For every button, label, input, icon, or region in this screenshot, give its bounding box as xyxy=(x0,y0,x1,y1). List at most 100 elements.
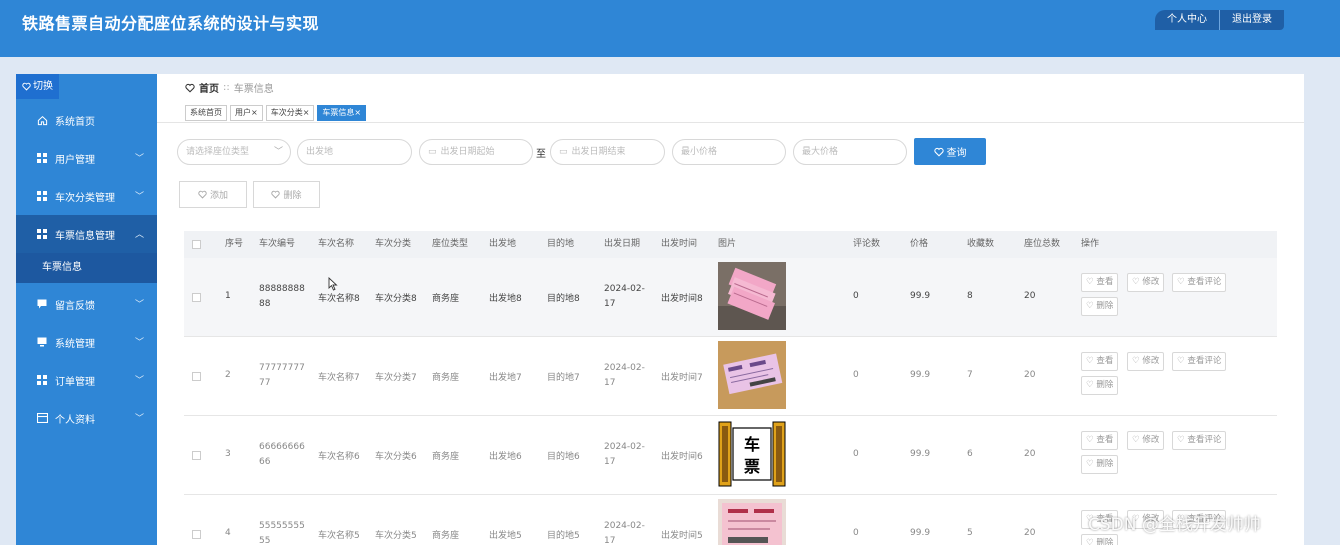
edit-button[interactable]: ♡ 修改 xyxy=(1127,273,1165,292)
sidebar-item-train-category[interactable]: 车次分类管理 ﹀ xyxy=(16,177,157,215)
view-comments-button[interactable]: ♡ 查看评论 xyxy=(1172,352,1227,371)
max-price-input[interactable]: 最大价格 xyxy=(793,139,907,165)
edit-button[interactable]: ♡ 修改 xyxy=(1127,352,1165,371)
table-row[interactable]: 3 6666666666 车次名称6 车次分类6 商务座 出发地6 目的地6 2… xyxy=(184,416,1277,495)
col-header: 座位总数 xyxy=(1024,239,1061,249)
date-start-input[interactable]: ▭ 出发日期起始 xyxy=(419,139,533,165)
cell-train-name: 车次名称7 xyxy=(318,373,360,383)
col-header: 收藏数 xyxy=(967,239,995,249)
switch-button[interactable]: 切换 xyxy=(16,74,59,99)
edit-label: 修改 xyxy=(1142,277,1160,287)
date-end-input[interactable]: ▭ 出发日期结束 xyxy=(550,139,665,165)
cell-train-no: 5555555555 xyxy=(259,521,305,545)
tab-ticket-info[interactable]: 车票信息× xyxy=(317,105,367,121)
view-label: 查看 xyxy=(1096,435,1114,445)
monitor-icon xyxy=(36,336,48,348)
sidebar-item-profile[interactable]: 个人资料 ﹀ xyxy=(16,399,157,437)
sidebar-item-orders[interactable]: 订单管理 ﹀ xyxy=(16,361,157,399)
scrollbar[interactable] xyxy=(1304,74,1340,545)
row-delete-button[interactable]: ♡ 删除 xyxy=(1081,534,1119,545)
cell-seats: 20 xyxy=(1024,449,1036,459)
top-bar: 铁路售票自动分配座位系统的设计与实现 个人中心 退出登录 xyxy=(0,0,1340,57)
row-checkbox[interactable] xyxy=(192,293,201,302)
query-button[interactable]: 查询 xyxy=(914,138,986,165)
sidebar-subitem-ticket-info[interactable]: 车票信息 xyxy=(16,253,157,283)
cell-date: 2024-02-17 xyxy=(604,363,645,388)
row-delete-button[interactable]: ♡ 删除 xyxy=(1081,297,1119,316)
edit-button[interactable]: ♡ 修改 xyxy=(1127,431,1165,450)
cell-price: 99.9 xyxy=(910,291,931,301)
sidebar-item-label: 留言反馈 xyxy=(55,300,95,312)
sidebar-item-feedback[interactable]: 留言反馈 ﹀ xyxy=(16,285,157,323)
top-buttons: 个人中心 退出登录 xyxy=(1155,10,1284,30)
cell-seat-type: 商务座 xyxy=(432,531,460,541)
chevron-down-icon: ﹀ xyxy=(134,300,144,310)
sidebar-item-ticket-info[interactable]: 车票信息管理 ︿ xyxy=(16,215,157,253)
cell-time: 出发时间5 xyxy=(661,531,703,541)
seat-type-select[interactable]: 请选择座位类型 ﹀ xyxy=(177,139,291,165)
cell-from: 出发地8 xyxy=(489,294,522,304)
row-checkbox[interactable] xyxy=(192,451,201,460)
sidebar: 切换 系统首页 用户管理 ﹀ 车次分类管理 ﹀ 车票信息管理 ︿ 车票信息 留言… xyxy=(16,74,157,545)
min-price-input[interactable]: 最小价格 xyxy=(672,139,786,165)
cell-seats: 20 xyxy=(1024,370,1036,380)
ticket-char-piao: 票 xyxy=(744,457,760,476)
row-delete-button[interactable]: ♡ 删除 xyxy=(1081,455,1119,474)
sidebar-item-users[interactable]: 用户管理 ﹀ xyxy=(16,139,157,177)
sidebar-item-label: 车次分类管理 xyxy=(55,192,115,204)
sidebar-item-home[interactable]: 系统首页 xyxy=(16,101,157,139)
edit-label: 修改 xyxy=(1142,435,1160,445)
view-comments-button[interactable]: ♡ 查看评论 xyxy=(1172,431,1227,450)
personal-center-button[interactable]: 个人中心 xyxy=(1155,10,1220,30)
view-comments-button[interactable]: ♡ 查看评论 xyxy=(1172,273,1227,292)
cell-seat-type: 商务座 xyxy=(432,452,460,462)
tab-train-category[interactable]: 车次分类× xyxy=(265,105,315,121)
cell-date: 2024-02-17 xyxy=(604,521,645,545)
delete-label: 删除 xyxy=(1096,380,1114,390)
table-row[interactable]: 2 7777777777 车次名称7 车次分类7 商务座 出发地7 目的地7 2… xyxy=(184,337,1277,416)
sidebar-item-label: 用户管理 xyxy=(55,154,95,166)
view-button[interactable]: ♡ 查看 xyxy=(1081,352,1119,371)
ticket-image xyxy=(718,341,786,409)
calendar-icon: ▭ xyxy=(559,147,568,157)
heart-icon xyxy=(933,147,944,157)
sidebar-item-label: 车票信息管理 xyxy=(55,230,115,242)
breadcrumb-separator: :: xyxy=(223,82,230,93)
min-price-placeholder: 最小价格 xyxy=(681,147,718,157)
cell-comments: 0 xyxy=(853,528,859,538)
date-end-placeholder: 出发日期结束 xyxy=(571,147,626,157)
chat-icon xyxy=(36,298,48,310)
delete-button[interactable]: 删除 xyxy=(253,181,320,208)
row-checkbox[interactable] xyxy=(192,372,201,381)
heart-icon xyxy=(22,82,31,91)
cell-train-no: 6666666666 xyxy=(259,442,305,467)
tab-users[interactable]: 用户× xyxy=(230,105,263,121)
date-start-placeholder: 出发日期起始 xyxy=(440,147,495,157)
departure-input[interactable]: 出发地 xyxy=(297,139,412,165)
tab-divider xyxy=(157,122,1304,123)
select-all-checkbox[interactable] xyxy=(192,240,201,249)
view-button[interactable]: ♡ 查看 xyxy=(1081,273,1119,292)
table-row[interactable]: 1 8888888888 车次名称8 车次分类8 商务座 出发地8 目的地8 2… xyxy=(184,258,1277,337)
sidebar-item-system[interactable]: 系统管理 ﹀ xyxy=(16,323,157,361)
card-icon xyxy=(36,412,48,424)
cell-price: 99.9 xyxy=(910,528,931,538)
breadcrumb-home[interactable]: 首页 xyxy=(199,80,219,95)
cell-index: 1 xyxy=(225,291,231,301)
view-label: 查看 xyxy=(1096,356,1114,366)
add-button[interactable]: 添加 xyxy=(179,181,247,208)
cell-to: 目的地5 xyxy=(547,531,580,541)
view-button[interactable]: ♡ 查看 xyxy=(1081,431,1119,450)
row-checkbox[interactable] xyxy=(192,530,201,539)
logout-button[interactable]: 退出登录 xyxy=(1220,10,1284,30)
col-header: 车次分类 xyxy=(375,239,412,249)
tab-system-home[interactable]: 系统首页 xyxy=(185,105,227,121)
row-delete-button[interactable]: ♡ 删除 xyxy=(1081,376,1119,395)
date-range-to-label: 至 xyxy=(536,149,546,160)
query-label: 查询 xyxy=(946,148,967,159)
col-header: 车次编号 xyxy=(259,239,296,249)
departure-placeholder: 出发地 xyxy=(306,147,334,157)
chevron-down-icon: ﹀ xyxy=(273,147,283,157)
mouse-cursor-icon xyxy=(328,277,338,291)
tab-bar: 系统首页 用户× 车次分类× 车票信息× xyxy=(185,105,367,121)
